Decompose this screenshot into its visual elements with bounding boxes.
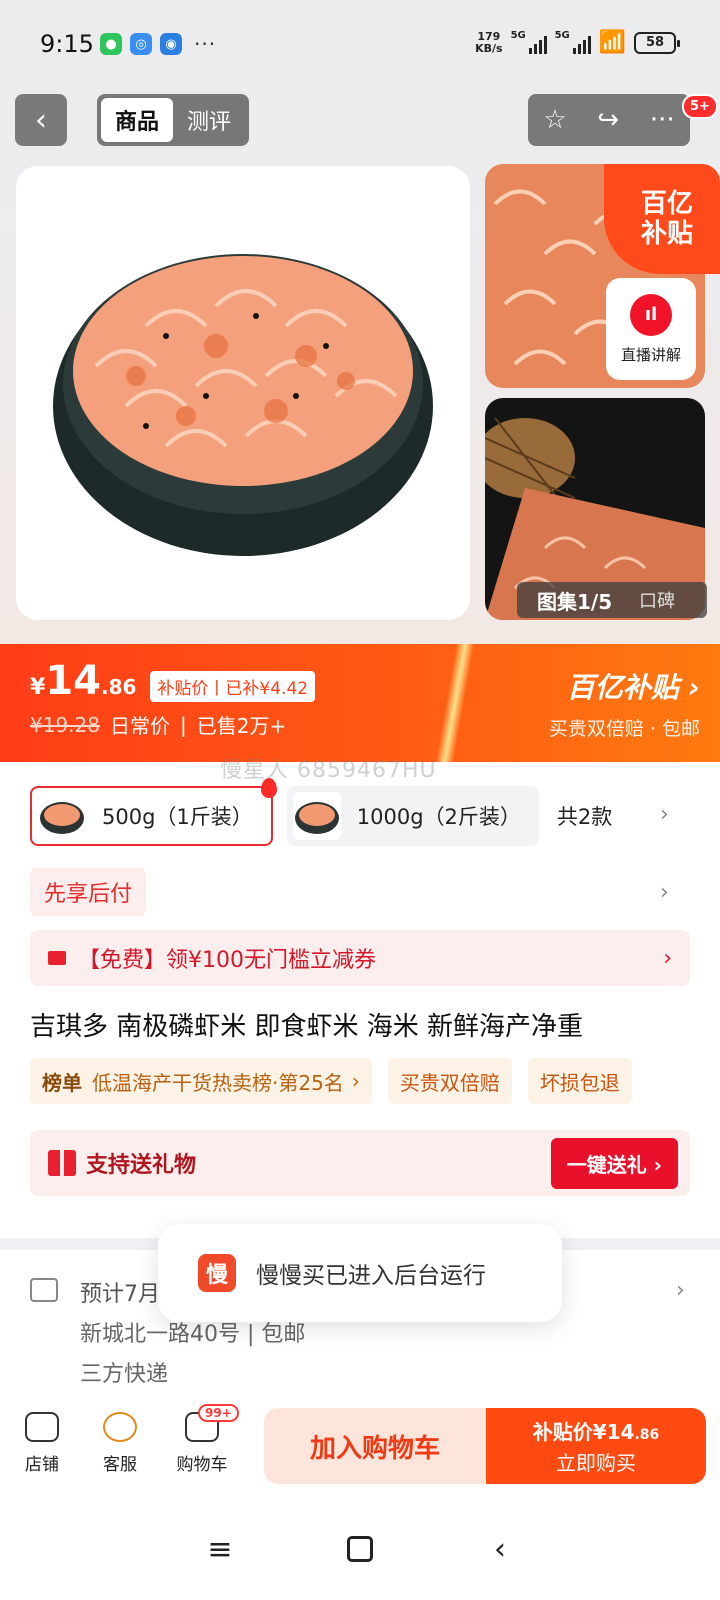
watermark: 慢星人 6859467HU <box>220 758 437 783</box>
notification-icons: ● ◎ ◉ ··· <box>100 32 216 56</box>
chevron-right-icon: › <box>663 945 672 971</box>
back-icon[interactable]: ‹ <box>470 1532 530 1567</box>
service-tag-price-guarantee[interactable]: 买贵双倍赔 <box>387 1058 512 1104</box>
arrow-right-icon: › <box>688 671 700 704</box>
wifi-icon: 📶 <box>598 30 626 55</box>
sku-count[interactable]: 共2款 <box>557 801 612 831</box>
status-time: 9:15 <box>40 30 94 58</box>
gift-label: 支持送礼物 <box>86 1153 197 1178</box>
sku-option-1000g[interactable]: 1000g（2斤装） <box>286 786 539 846</box>
battery-icon: 58 <box>634 31 680 54</box>
subsidy-brand[interactable]: 百亿补贴 › 买贵双倍赔 · 包邮 <box>549 666 700 741</box>
bottom-action-bar: 店铺 客服 99+ 购物车 加入购物车 补贴价¥14.86 立即购买 <box>0 1396 720 1498</box>
sku-selector: 500g（1斤装） 1000g（2斤装） 共2款 <box>30 778 612 846</box>
coupon-text: 【免费】领¥100无门槛立减券 <box>78 948 376 973</box>
customer-service-button[interactable]: 客服 <box>90 1412 150 1475</box>
chevron-left-icon: ‹ <box>35 102 47 138</box>
background-toast: 慢 慢慢买已进入后台运行 <box>158 1224 562 1322</box>
divider: | <box>179 712 187 737</box>
sku-option-500g[interactable]: 500g（1斤装） <box>30 778 277 846</box>
status-indicators: 179 KB/s 5G 5G 📶 58 <box>475 29 680 55</box>
chevron-right-icon[interactable]: › <box>660 802 669 827</box>
tab-review[interactable]: 测评 <box>173 98 245 142</box>
system-nav-bar: ≡ ‹ <box>0 1498 720 1600</box>
gift-bar: 支持送礼物 一键送礼 › <box>30 1130 690 1196</box>
store-icon <box>25 1412 59 1442</box>
sold-count: 已售2万+ <box>196 714 287 738</box>
chevron-right-icon: › <box>351 1069 360 1093</box>
pay-later-badge[interactable]: 先享后付 <box>30 868 147 916</box>
main-product-image[interactable] <box>16 166 470 620</box>
chevron-right-icon[interactable]: › <box>660 880 669 905</box>
more-icon[interactable]: ··· <box>650 105 675 135</box>
share-icon[interactable]: ↪ <box>597 105 619 135</box>
product-gallery: 百亿 补贴 ıl 直播讲解 图集1/5 口碑 <box>0 162 720 644</box>
header-actions: ☆ ↪ ··· <box>528 94 690 146</box>
live-icon: ıl <box>630 293 672 336</box>
live-explain-button[interactable]: ıl 直播讲解 <box>606 278 696 380</box>
chevron-right-icon: › <box>676 1278 685 1303</box>
app-notification-icon: ◎ <box>130 33 152 55</box>
assistant-icon: ◉ <box>160 33 182 55</box>
delivery-estimate: 预计7月 <box>80 1282 160 1307</box>
courier: 三方快递 <box>80 1362 169 1387</box>
app-icon: 慢 <box>198 1254 236 1292</box>
truck-icon <box>30 1278 58 1302</box>
home-icon <box>347 1536 373 1562</box>
tab-switcher: 商品 测评 <box>97 94 249 146</box>
toast-text: 慢慢买已进入后台运行 <box>256 1263 486 1289</box>
review-gallery-tab[interactable]: 口碑 <box>629 587 675 613</box>
coupon-icon <box>48 951 66 965</box>
image-counter: 图集1/5 <box>537 589 613 614</box>
original-price: ¥19.28 <box>30 712 100 737</box>
back-button[interactable]: ‹ <box>15 94 67 146</box>
sku-thumbnail <box>38 792 86 840</box>
original-price-label: 日常价 <box>109 714 170 738</box>
network-speed: 179 KB/s <box>475 29 503 55</box>
menu-icon[interactable]: ≡ <box>190 1532 250 1567</box>
gift-icon <box>48 1150 76 1176</box>
top-header: ‹ 商品 测评 ☆ ↪ ··· 5+ <box>0 90 720 162</box>
cart-badge: 99+ <box>198 1404 239 1422</box>
subsidy-brand-title: 百亿补贴 <box>566 671 679 704</box>
star-icon[interactable]: ☆ <box>543 105 566 135</box>
customer-service-icon <box>103 1412 137 1442</box>
sku-label: 500g（1斤装） <box>102 805 253 829</box>
sku-thumbnail <box>292 792 341 840</box>
product-title: 吉琪多 南极磷虾米 即食虾米 海米 新鲜海产净重 <box>30 1012 584 1042</box>
tab-product[interactable]: 商品 <box>101 98 173 142</box>
more-notifications-icon: ··· <box>194 32 217 56</box>
product-info: 500g（1斤装） 1000g（2斤装） 共2款 › 先享后付 › 【免费】领¥… <box>0 762 720 1238</box>
subsidy-tag: 补贴价丨已补¥4.42 <box>150 671 316 702</box>
send-gift-button[interactable]: 一键送礼 › <box>550 1137 678 1189</box>
price-banner: ¥ 14 .86 补贴价丨已补¥4.42 ¥19.28 日常价 | 已售2万+ … <box>0 644 720 762</box>
cart-button[interactable]: 99+ 购物车 <box>172 1404 239 1475</box>
ranking-tag[interactable]: 榜单 低温海产干货热卖榜·第25名 › <box>30 1058 372 1104</box>
coupon-bar[interactable]: 【免费】领¥100无门槛立减券 › <box>30 930 690 986</box>
add-to-cart-button[interactable]: 加入购物车 <box>264 1408 486 1484</box>
signal-icon: 5G <box>511 30 547 54</box>
subsidy-corner-badge: 百亿 补贴 <box>604 164 720 274</box>
store-button[interactable]: 店铺 <box>12 1412 72 1475</box>
current-price: ¥ 14 .86 补贴价丨已补¥4.42 <box>30 658 316 704</box>
subsidy-brand-subtitle: 买贵双倍赔 · 包邮 <box>548 718 700 740</box>
service-tag-damage-refund[interactable]: 坏损包退 <box>527 1058 632 1104</box>
signal-icon-2: 5G <box>555 30 591 54</box>
buy-now-button[interactable]: 补贴价¥14.86 立即购买 <box>486 1408 706 1484</box>
wechat-icon: ● <box>100 33 122 55</box>
status-bar: 9:15 ● ◎ ◉ ··· 179 KB/s 5G 5G 📶 58 <box>0 0 720 90</box>
sku-label: 1000g（2斤装） <box>356 805 521 829</box>
home-button[interactable] <box>330 1536 390 1562</box>
gallery-counter[interactable]: 图集1/5 口碑 <box>517 582 707 618</box>
live-label: 直播讲解 <box>620 345 681 364</box>
lightning-decoration <box>420 644 490 762</box>
more-badge: 5+ <box>682 94 718 119</box>
product-tags: 榜单 低温海产干货热卖榜·第25名 › 买贵双倍赔 坏损包退 <box>30 1058 632 1104</box>
